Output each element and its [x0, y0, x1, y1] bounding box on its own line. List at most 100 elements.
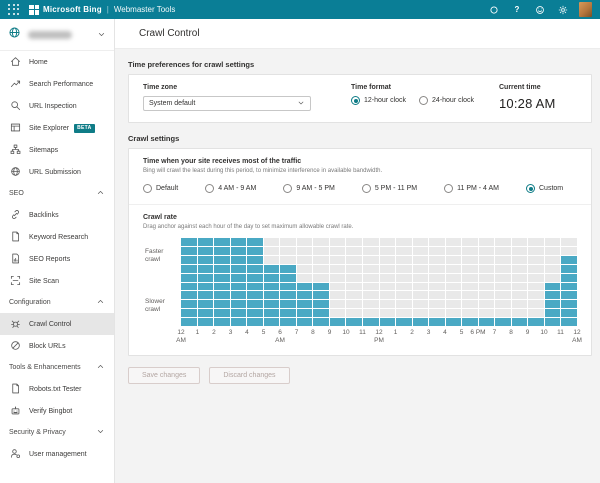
- crawl-rate-cell-empty[interactable]: [346, 282, 362, 291]
- crawl-rate-cell-filled[interactable]: [181, 318, 197, 326]
- crawl-rate-cell-empty[interactable]: [379, 246, 396, 255]
- crawl-rate-cell-empty[interactable]: [313, 246, 329, 255]
- crawl-rate-cell-empty[interactable]: [495, 282, 511, 291]
- crawl-rate-cell-empty[interactable]: [528, 309, 544, 318]
- crawl-rate-cell-filled[interactable]: [247, 282, 263, 291]
- crawl-rate-cell-filled[interactable]: [329, 318, 346, 326]
- crawl-rate-cell-empty[interactable]: [445, 300, 462, 309]
- crawl-rate-cell-filled[interactable]: [280, 273, 296, 282]
- crawl-rate-cell-empty[interactable]: [478, 246, 495, 255]
- crawl-rate-cell-filled[interactable]: [247, 264, 263, 273]
- crawl-rate-cell-filled[interactable]: [197, 309, 214, 318]
- crawl-rate-cell-filled[interactable]: [230, 309, 247, 318]
- crawl-rate-cell-filled[interactable]: [197, 300, 214, 309]
- crawl-rate-cell-empty[interactable]: [495, 273, 511, 282]
- crawl-rate-cell-filled[interactable]: [197, 291, 214, 300]
- crawl-rate-cell-empty[interactable]: [445, 246, 462, 255]
- crawl-rate-cell-filled[interactable]: [296, 282, 313, 291]
- crawl-rate-cell-filled[interactable]: [230, 255, 247, 264]
- crawl-rate-cell-empty[interactable]: [495, 264, 511, 273]
- crawl-rate-cell-empty[interactable]: [412, 264, 429, 273]
- crawl-rate-cell-empty[interactable]: [346, 246, 362, 255]
- sidebar-item-seo-reports[interactable]: SEO Reports: [0, 248, 114, 270]
- crawl-rate-cell-empty[interactable]: [528, 291, 544, 300]
- crawl-rate-cell-empty[interactable]: [429, 273, 445, 282]
- crawl-rate-cell-filled[interactable]: [247, 246, 263, 255]
- crawl-rate-cell-filled[interactable]: [280, 318, 296, 326]
- traffic-time-radio-5-pm-11-pm[interactable]: 5 PM - 11 PM: [361, 184, 417, 193]
- crawl-rate-cell-filled[interactable]: [247, 255, 263, 264]
- sidebar-item-user-management[interactable]: User management: [0, 443, 114, 465]
- crawl-rate-cell-filled[interactable]: [247, 318, 263, 326]
- crawl-rate-cell-filled[interactable]: [214, 238, 230, 246]
- crawl-rate-cell-filled[interactable]: [396, 318, 412, 326]
- crawl-rate-cell-empty[interactable]: [379, 309, 396, 318]
- crawl-rate-cell-empty[interactable]: [379, 291, 396, 300]
- sidebar-item-url-submission[interactable]: URL Submission: [0, 161, 114, 183]
- sidebar-section-seo[interactable]: SEO: [0, 183, 114, 204]
- sidebar-section-configuration[interactable]: Configuration: [0, 292, 114, 313]
- traffic-time-radio-default[interactable]: Default: [143, 184, 178, 193]
- crawl-rate-cell-empty[interactable]: [462, 291, 478, 300]
- crawl-rate-cell-empty[interactable]: [412, 255, 429, 264]
- crawl-rate-cell-empty[interactable]: [296, 246, 313, 255]
- crawl-rate-cell-empty[interactable]: [429, 282, 445, 291]
- crawl-rate-cell-empty[interactable]: [329, 291, 346, 300]
- crawl-rate-cell-filled[interactable]: [280, 264, 296, 273]
- crawl-rate-cell-empty[interactable]: [296, 273, 313, 282]
- crawl-rate-cell-filled[interactable]: [561, 273, 577, 282]
- discard-changes-button[interactable]: Discard changes: [209, 367, 290, 384]
- crawl-rate-cell-filled[interactable]: [197, 273, 214, 282]
- sidebar-item-search-performance[interactable]: Search Performance: [0, 73, 114, 95]
- crawl-rate-cell-filled[interactable]: [214, 246, 230, 255]
- crawl-rate-cell-filled[interactable]: [181, 246, 197, 255]
- crawl-rate-cell-empty[interactable]: [462, 238, 478, 246]
- sidebar-item-site-explorer[interactable]: Site Explorer BETA: [0, 117, 114, 139]
- crawl-rate-cell-filled[interactable]: [445, 318, 462, 326]
- crawl-rate-cell-empty[interactable]: [478, 255, 495, 264]
- crawl-rate-cell-empty[interactable]: [329, 273, 346, 282]
- crawl-rate-cell-empty[interactable]: [495, 309, 511, 318]
- crawl-rate-cell-filled[interactable]: [214, 318, 230, 326]
- crawl-rate-cell-empty[interactable]: [346, 300, 362, 309]
- crawl-rate-cell-empty[interactable]: [346, 309, 362, 318]
- crawl-rate-cell-filled[interactable]: [247, 300, 263, 309]
- crawl-rate-cell-empty[interactable]: [511, 282, 528, 291]
- sidebar-item-block-urls[interactable]: Block URLs: [0, 335, 114, 357]
- crawl-rate-cell-empty[interactable]: [379, 264, 396, 273]
- crawl-rate-cell-empty[interactable]: [396, 309, 412, 318]
- timezone-select[interactable]: System default: [143, 96, 311, 111]
- crawl-rate-cell-empty[interactable]: [528, 238, 544, 246]
- user-avatar[interactable]: [579, 2, 592, 17]
- crawl-rate-cell-filled[interactable]: [214, 291, 230, 300]
- crawl-rate-cell-empty[interactable]: [544, 264, 561, 273]
- crawl-rate-cell-empty[interactable]: [528, 264, 544, 273]
- crawl-rate-cell-empty[interactable]: [528, 255, 544, 264]
- crawl-rate-cell-empty[interactable]: [329, 309, 346, 318]
- site-selector[interactable]: [0, 19, 114, 51]
- crawl-rate-cell-filled[interactable]: [247, 309, 263, 318]
- crawl-rate-cell-empty[interactable]: [478, 238, 495, 246]
- crawl-rate-cell-empty[interactable]: [429, 246, 445, 255]
- crawl-rate-cell-filled[interactable]: [214, 300, 230, 309]
- crawl-rate-cell-filled[interactable]: [313, 282, 329, 291]
- crawl-rate-cell-filled[interactable]: [544, 318, 561, 326]
- crawl-rate-cell-empty[interactable]: [511, 291, 528, 300]
- crawl-rate-cell-empty[interactable]: [462, 273, 478, 282]
- sidebar-item-crawl-control[interactable]: Crawl Control: [0, 313, 114, 335]
- crawl-rate-cell-empty[interactable]: [429, 291, 445, 300]
- crawl-rate-cell-empty[interactable]: [362, 264, 379, 273]
- crawl-rate-cell-filled[interactable]: [544, 309, 561, 318]
- crawl-rate-cell-filled[interactable]: [263, 318, 280, 326]
- crawl-rate-cell-empty[interactable]: [462, 255, 478, 264]
- crawl-rate-cell-empty[interactable]: [362, 300, 379, 309]
- crawl-rate-cell-filled[interactable]: [313, 300, 329, 309]
- crawl-rate-cell-filled[interactable]: [362, 318, 379, 326]
- crawl-rate-cell-empty[interactable]: [429, 264, 445, 273]
- crawl-rate-cell-filled[interactable]: [263, 309, 280, 318]
- crawl-rate-cell-filled[interactable]: [263, 273, 280, 282]
- crawl-rate-cell-empty[interactable]: [362, 273, 379, 282]
- crawl-rate-cell-filled[interactable]: [462, 318, 478, 326]
- crawl-rate-cell-filled[interactable]: [528, 318, 544, 326]
- sidebar-item-site-scan[interactable]: Site Scan: [0, 270, 114, 292]
